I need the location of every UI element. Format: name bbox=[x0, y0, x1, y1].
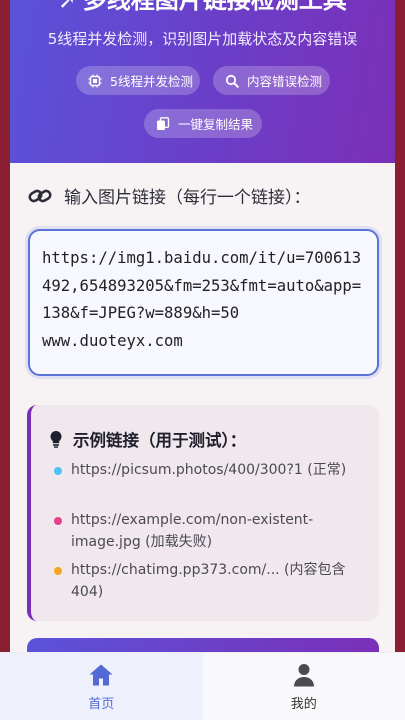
example-item-normal[interactable]: https://picsum.photos/400/300?1 (正常) bbox=[54, 459, 347, 481]
bullet-dot bbox=[54, 567, 62, 575]
paper-plane-icon: ➚ bbox=[58, 0, 77, 14]
bullet-dot bbox=[54, 517, 62, 525]
examples-title: 示例链接（用于测试）： bbox=[49, 427, 246, 451]
lightbulb-icon bbox=[50, 430, 62, 448]
user-icon bbox=[293, 664, 314, 687]
page-subtitle: 5线程并发检测，识别图片加载状态及内容错误 bbox=[47, 30, 358, 48]
bullet-dot bbox=[54, 467, 62, 475]
url-input-textarea[interactable]: https://img1.baidu.com/it/u=700613492,65… bbox=[28, 229, 379, 376]
input-label: 输入图片链接（每行一个链接）： bbox=[28, 183, 311, 208]
bottom-tab-bar: 首页 我的 bbox=[0, 652, 405, 720]
feature-badge-content-check: 内容错误检测 bbox=[213, 66, 330, 95]
feature-badge-concurrency: 5线程并发检测 bbox=[76, 66, 200, 95]
example-item-404[interactable]: https://chatimg.pp373.com/... (内容包含404) bbox=[54, 559, 347, 603]
header-banner: ➚ 多线程图片链接检测工具 5线程并发检测，识别图片加载状态及内容错误 5线程并发… bbox=[10, 0, 395, 163]
main-card: ➚ 多线程图片链接检测工具 5线程并发检测，识别图片加载状态及内容错误 5线程并发… bbox=[10, 0, 395, 720]
example-item-failed[interactable]: https://example.com/non-existent-image.j… bbox=[54, 509, 347, 553]
tab-profile[interactable]: 我的 bbox=[203, 653, 405, 720]
home-icon bbox=[89, 664, 113, 686]
copy-icon bbox=[157, 116, 170, 130]
tab-home[interactable]: 首页 bbox=[0, 653, 203, 720]
chip-icon bbox=[88, 74, 102, 87]
feature-badge-copy: 一键复制结果 bbox=[144, 109, 262, 138]
link-icon bbox=[28, 189, 52, 202]
page-title: ➚ 多线程图片链接检测工具 bbox=[10, 0, 395, 15]
right-edge bbox=[395, 0, 405, 720]
search-icon bbox=[225, 74, 239, 88]
examples-panel: 示例链接（用于测试）： https://picsum.photos/400/30… bbox=[27, 405, 379, 621]
left-edge bbox=[0, 0, 10, 720]
